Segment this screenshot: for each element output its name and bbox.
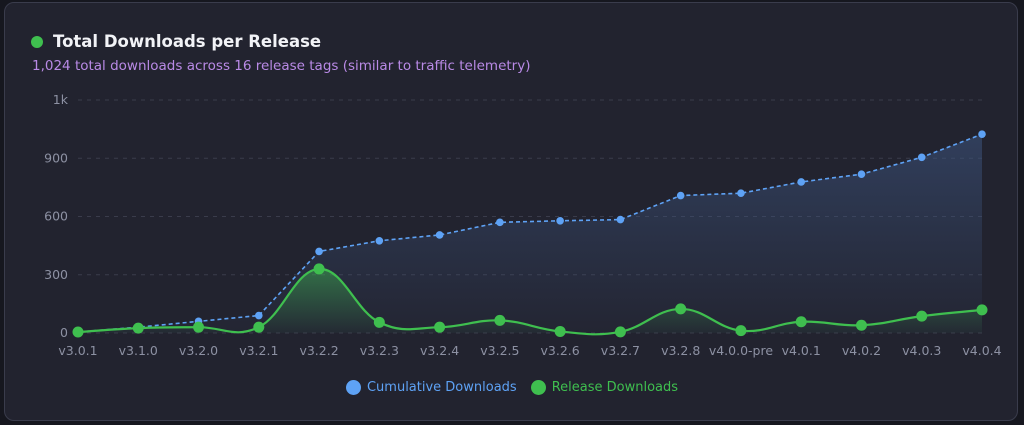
cumulative-point[interactable] bbox=[496, 218, 504, 227]
y-tick-label: 900 bbox=[44, 150, 68, 165]
release-point[interactable] bbox=[675, 303, 687, 315]
legend-label: Release Downloads bbox=[551, 380, 679, 395]
cumulative-point[interactable] bbox=[254, 311, 263, 320]
x-tick-label: v3.1.0 bbox=[119, 343, 158, 358]
y-tick-label: 600 bbox=[44, 209, 68, 224]
release-point[interactable] bbox=[614, 326, 626, 338]
x-tick-label: v3.0.1 bbox=[58, 343, 97, 358]
x-tick-label: v3.2.4 bbox=[420, 343, 459, 358]
cumulative-point[interactable] bbox=[857, 170, 866, 178]
release-point[interactable] bbox=[72, 326, 84, 338]
cumulative-point[interactable] bbox=[616, 215, 625, 224]
x-tick-label: v3.2.3 bbox=[360, 343, 399, 358]
x-tick-label: v4.0.2 bbox=[842, 343, 881, 358]
legend: Cumulative Downloads Release Downloads bbox=[0, 380, 1024, 395]
y-tick-label: 300 bbox=[44, 267, 68, 282]
cumulative-area bbox=[78, 134, 982, 333]
x-axis-ticks: v3.0.1 v3.1.0 v3.2.0 v3.2.1 v3.2.2 v3.2.3 v3.2… bbox=[58, 343, 1001, 358]
release-point[interactable] bbox=[554, 325, 566, 337]
x-tick-label: v4.0.1 bbox=[782, 343, 821, 358]
release-point[interactable] bbox=[795, 316, 807, 328]
cumulative-point[interactable] bbox=[315, 247, 323, 256]
release-point[interactable] bbox=[373, 316, 385, 328]
release-point[interactable] bbox=[434, 321, 446, 333]
x-tick-label: v3.2.2 bbox=[299, 343, 338, 358]
x-tick-label: v3.2.7 bbox=[601, 343, 640, 358]
x-tick-label: v4.0.3 bbox=[902, 343, 941, 358]
y-tick-label: 0 bbox=[60, 325, 68, 340]
x-tick-label: v3.2.0 bbox=[179, 343, 218, 358]
legend-swatch-icon bbox=[530, 380, 546, 395]
cumulative-point[interactable] bbox=[556, 216, 564, 225]
cumulative-point[interactable] bbox=[737, 189, 745, 197]
x-tick-label: v4.0.4 bbox=[962, 343, 1001, 358]
release-point[interactable] bbox=[735, 325, 747, 337]
legend-item[interactable]: Cumulative Downloads bbox=[345, 380, 517, 395]
cumulative-point[interactable] bbox=[676, 191, 685, 200]
release-point[interactable] bbox=[253, 321, 265, 333]
chart-svg: 03006009001k v3.0.1 v3.1.0 v3.2.0 v3.2.1 v3.… bbox=[44, 92, 1002, 358]
x-tick-label: v3.2.6 bbox=[541, 343, 580, 358]
release-point[interactable] bbox=[976, 304, 988, 316]
release-point[interactable] bbox=[916, 310, 928, 322]
release-point[interactable] bbox=[313, 263, 325, 275]
legend-swatch-icon bbox=[345, 380, 361, 395]
series-layer bbox=[72, 130, 988, 338]
cumulative-point[interactable] bbox=[978, 130, 986, 138]
x-tick-label: v3.2.1 bbox=[239, 343, 278, 358]
y-tick-label: 1k bbox=[53, 92, 69, 107]
release-point[interactable] bbox=[494, 314, 506, 326]
cumulative-point[interactable] bbox=[797, 178, 805, 186]
release-point[interactable] bbox=[193, 321, 205, 333]
release-point[interactable] bbox=[855, 319, 867, 331]
x-tick-label: v4.0.0-pre bbox=[709, 343, 774, 358]
y-axis-ticks: 0 300 600 900 1k bbox=[44, 92, 69, 340]
x-tick-label: v3.2.8 bbox=[661, 343, 700, 358]
cumulative-point[interactable] bbox=[917, 153, 926, 162]
x-tick-label: v3.2.5 bbox=[480, 343, 519, 358]
cumulative-point[interactable] bbox=[375, 236, 384, 245]
cumulative-point[interactable] bbox=[435, 231, 444, 239]
release-point[interactable] bbox=[132, 322, 144, 334]
legend-label: Cumulative Downloads bbox=[366, 380, 517, 395]
legend-item[interactable]: Release Downloads bbox=[530, 380, 679, 395]
